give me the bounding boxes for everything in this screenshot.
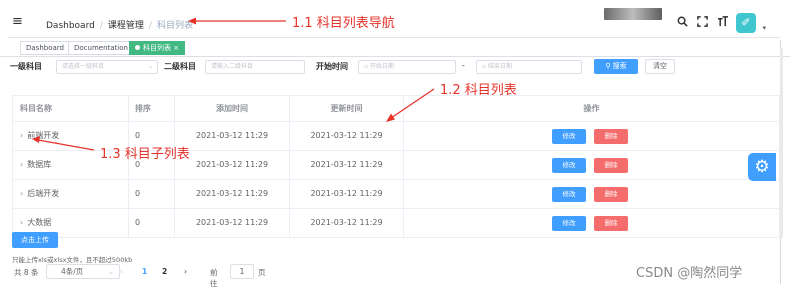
annotation-arrow-3 [37, 139, 95, 151]
arrowhead-icon [32, 136, 40, 143]
annotation-sublist: 1.3 科目子列表 [100, 147, 190, 162]
page: ≡ Dashboard / 课程管理 / 科目列表 ✐ ▾ Dashboard Docu… [0, 0, 796, 290]
annotation-nav: 1.1 科目列表导航 [292, 16, 395, 31]
arrowhead-icon [188, 17, 196, 25]
arrowhead-icon [386, 113, 395, 122]
annotation-arrow-2 [390, 88, 435, 119]
watermark: CSDN @陶然同学 [636, 266, 743, 281]
annotation-list: 1.2 科目列表 [440, 83, 517, 98]
